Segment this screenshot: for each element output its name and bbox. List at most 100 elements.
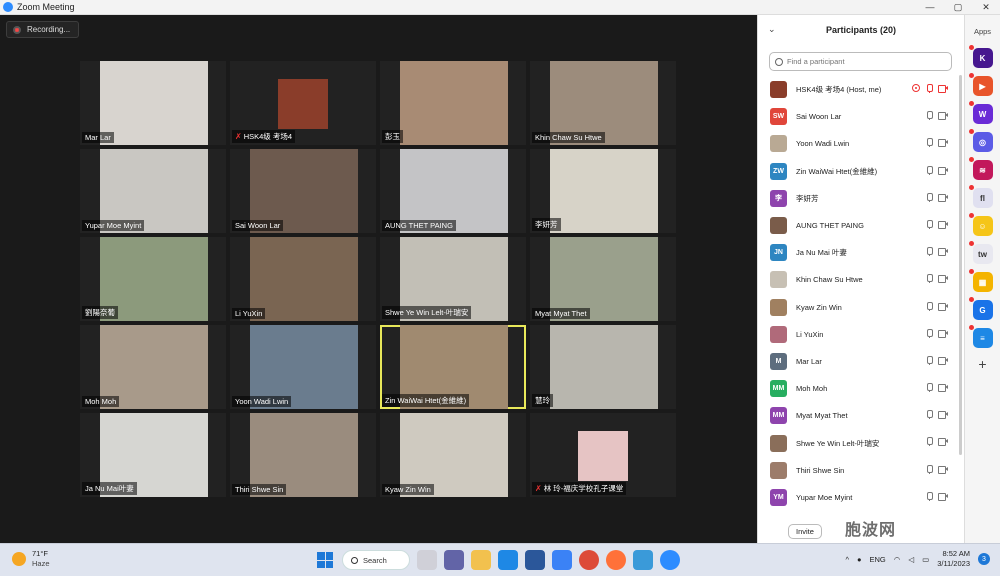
camera-icon[interactable] — [938, 411, 948, 420]
video-tile[interactable]: 彭玉 — [380, 61, 526, 145]
microphone-icon[interactable] — [926, 301, 933, 311]
microphone-icon[interactable] — [926, 410, 933, 420]
microphone-icon[interactable] — [926, 165, 933, 175]
camera-icon[interactable] — [938, 166, 948, 175]
grid-app-icon[interactable]: ▦ — [968, 269, 993, 292]
minimize-button[interactable]: — — [916, 0, 944, 15]
participant-row[interactable]: HSK4级 考场4 (Host, me) — [758, 76, 964, 103]
microphone-icon[interactable] — [926, 138, 933, 148]
video-tile[interactable]: ✗ HSK4级 考场4 — [230, 61, 376, 145]
video-tile[interactable]: Ja Nu Mai叶妻 — [80, 413, 226, 497]
camera-icon[interactable] — [938, 384, 948, 393]
file-explorer-icon[interactable] — [471, 550, 491, 570]
camera-icon[interactable] — [938, 302, 948, 311]
app-orange-icon[interactable]: ▶ — [968, 73, 993, 96]
camera-icon[interactable] — [938, 112, 948, 121]
camera-icon[interactable] — [938, 275, 948, 284]
participant-row[interactable]: SW Sai Woon Lar — [758, 103, 964, 130]
microphone-icon[interactable] — [926, 383, 933, 393]
microphone-icon[interactable] — [926, 274, 933, 284]
participant-row[interactable]: MM Myat Myat Thet — [758, 402, 964, 429]
video-tile[interactable]: Khin Chaw Su Htwe — [530, 61, 676, 145]
participant-row[interactable]: Yoon Wadi Lwin — [758, 130, 964, 157]
add-app-button[interactable]: + — [965, 356, 1000, 372]
participant-search-box[interactable] — [769, 52, 952, 71]
participant-row[interactable]: M Mar Lar — [758, 348, 964, 375]
flesh-app-icon[interactable]: fl — [968, 185, 993, 208]
battery-icon[interactable]: ▭ — [922, 555, 929, 564]
kahoot-icon[interactable]: K — [968, 45, 993, 68]
microphone-icon[interactable] — [926, 247, 933, 257]
camera-off-icon[interactable] — [938, 85, 948, 93]
firefox-icon[interactable] — [606, 550, 626, 570]
video-tile[interactable]: 李妍芳 — [530, 149, 676, 233]
video-tile[interactable]: 慧玲 — [530, 325, 676, 409]
participant-row[interactable]: MM Moh Moh — [758, 375, 964, 402]
task-view-icon[interactable] — [417, 550, 437, 570]
camera-icon[interactable] — [938, 356, 948, 365]
chevron-down-icon[interactable]: ⌄ — [768, 24, 776, 35]
participant-row[interactable]: Li YuXin — [758, 321, 964, 348]
taskbar-search-button[interactable]: Search — [342, 550, 410, 570]
wifi-icon[interactable]: ◠ — [894, 555, 901, 564]
chrome-icon[interactable] — [579, 550, 599, 570]
camera-icon[interactable] — [938, 438, 948, 447]
participant-row[interactable]: AUNG THET PAING — [758, 212, 964, 239]
microphone-icon[interactable] — [926, 355, 933, 365]
language-indicator[interactable]: ENG — [870, 555, 886, 564]
participant-row[interactable]: Kyaw Zin Win — [758, 294, 964, 321]
pen-app-icon[interactable] — [552, 550, 572, 570]
invite-button[interactable]: Invite — [788, 523, 822, 539]
notification-badge[interactable]: 3 — [978, 553, 990, 565]
chat-app-icon[interactable]: ◎ — [968, 129, 993, 152]
video-tile[interactable]: Mar Lar — [80, 61, 226, 145]
video-tile[interactable]: ✗ 林 玲-福庆学校孔子课堂 — [530, 413, 676, 497]
w-app-icon[interactable]: W — [968, 101, 993, 124]
microphone-icon[interactable] — [926, 192, 933, 202]
smile-app-icon[interactable]: ☺ — [968, 213, 993, 236]
video-tile[interactable]: Zin WaiWai Htet(金維維) — [380, 325, 526, 409]
store-app-icon[interactable] — [525, 550, 545, 570]
microphone-icon[interactable] — [926, 111, 933, 121]
windows-start-icon[interactable] — [317, 552, 333, 568]
camera-icon[interactable] — [938, 465, 948, 474]
taskbar-clock[interactable]: 8:52 AM 3/11/2023 — [937, 549, 970, 569]
microphone-icon[interactable] — [926, 491, 933, 501]
camera-icon[interactable] — [938, 248, 948, 257]
zoom-taskbar-icon[interactable] — [660, 550, 680, 570]
participant-row[interactable]: JN Ja Nu Mai 叶妻 — [758, 239, 964, 266]
recording-indicator[interactable]: Recording... — [6, 21, 80, 38]
video-tile[interactable]: AUNG THET PAING — [380, 149, 526, 233]
microphone-icon[interactable] — [926, 437, 933, 447]
camera-icon[interactable] — [938, 329, 948, 338]
maximize-button[interactable]: ▢ — [944, 0, 972, 15]
video-tile[interactable]: Yupar Moe Myint — [80, 149, 226, 233]
weather-widget[interactable]: 71°F Haze — [12, 549, 50, 569]
participant-row[interactable]: YM Yupar Moe Myint — [758, 484, 964, 511]
close-button[interactable]: ✕ — [972, 0, 1000, 15]
microphone-icon[interactable] — [926, 464, 933, 474]
mb-app-icon[interactable] — [633, 550, 653, 570]
mic-muted-icon[interactable] — [926, 84, 933, 93]
video-tile[interactable]: Myat Myat Thet — [530, 237, 676, 321]
participant-search-input[interactable] — [787, 57, 937, 66]
video-tile[interactable]: Sai Woon Lar — [230, 149, 376, 233]
video-tile[interactable]: Thiri Shwe Sin — [230, 413, 376, 497]
video-tile[interactable]: Yoon Wadi Lwin — [230, 325, 376, 409]
show-hidden-icons-icon[interactable]: ^ — [845, 555, 849, 564]
g-app-icon[interactable]: G — [968, 297, 993, 320]
video-tile[interactable]: 劉陽奈葡 — [80, 237, 226, 321]
video-tile[interactable]: Li YuXin — [230, 237, 376, 321]
edge-browser-icon[interactable] — [498, 550, 518, 570]
participant-row[interactable]: 李李妍芳 — [758, 185, 964, 212]
microphone-icon[interactable] — [926, 328, 933, 338]
camera-icon[interactable] — [938, 139, 948, 148]
video-tile[interactable]: Kyaw Zin Win — [380, 413, 526, 497]
participant-scrollbar[interactable] — [959, 75, 962, 455]
microphone-icon[interactable] — [926, 219, 933, 229]
camera-icon[interactable] — [938, 193, 948, 202]
wifi-app-icon[interactable]: ≋ — [968, 157, 993, 180]
participant-row[interactable]: ZW Zin WaiWai Htet(金維維) — [758, 158, 964, 185]
camera-icon[interactable] — [938, 220, 948, 229]
participant-row[interactable]: Khin Chaw Su Htwe — [758, 266, 964, 293]
